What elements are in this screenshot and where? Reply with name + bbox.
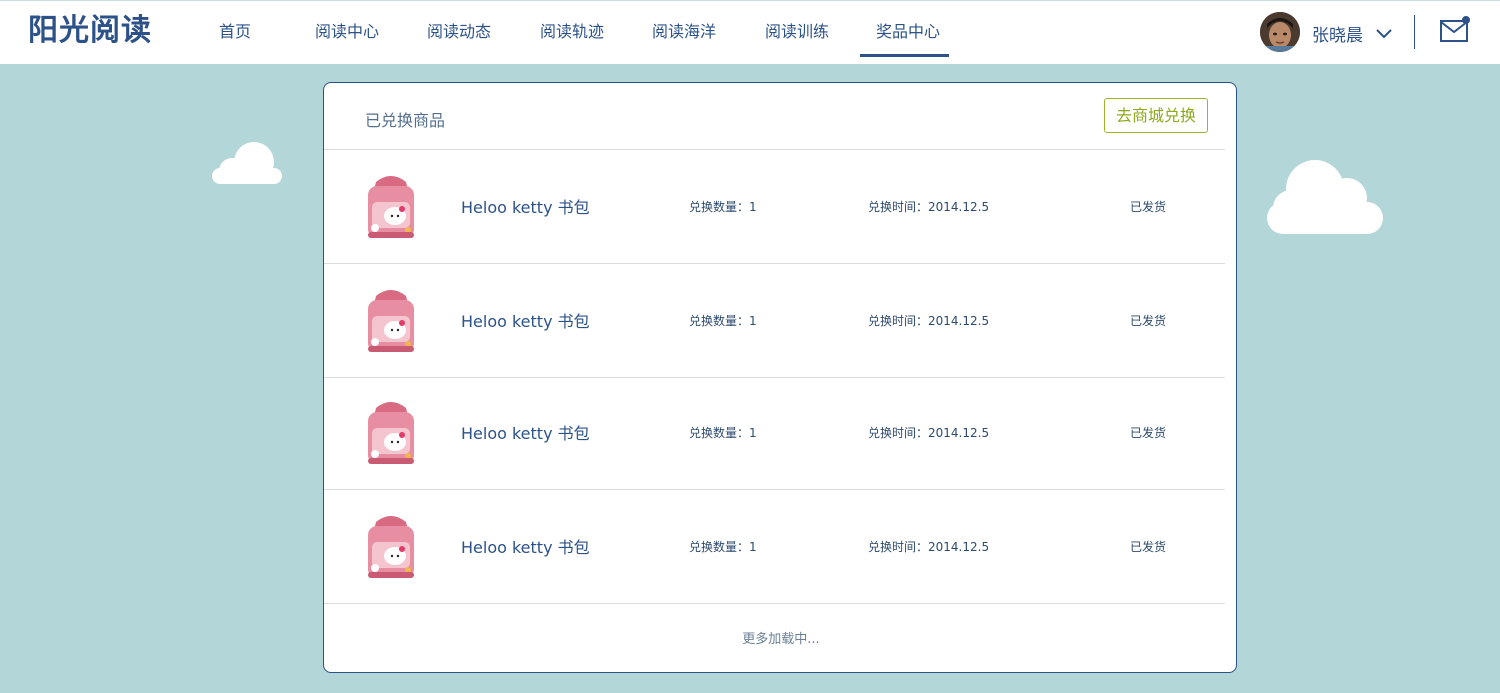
shipping-status: 已发货 [1130,314,1167,328]
go-to-shop-button[interactable]: 去商城兑换 [1104,98,1208,133]
exchange-date: 兑换时间：2014.12.5 [868,540,990,554]
exchange-quantity: 兑换数量：1 [689,540,757,554]
product-name[interactable]: Heloo ketty 书包 [461,194,590,218]
top-navigation-bar: 阳光阅读 首页 阅读中心 阅读动态 阅读轨迹 阅读海洋 阅读训练 奖品中心 张晓… [0,0,1500,64]
shipping-status: 已发货 [1130,426,1167,440]
unread-indicator [1462,16,1470,24]
nav-item-reading-center[interactable]: 阅读中心 [315,1,379,65]
product-thumbnail[interactable] [362,398,420,466]
load-more-link[interactable]: 更多加载中... [324,628,1238,647]
avatar[interactable] [1260,12,1300,52]
exchange-date: 兑换时间：2014.12.5 [868,314,990,328]
list-item[interactable]: Heloo ketty 书包 兑换数量：1 兑换时间：2014.12.5 已发货 [324,378,1225,490]
cloud-left-decoration [212,142,282,184]
username[interactable]: 张晓晨 [1312,21,1363,46]
product-thumbnail[interactable] [362,172,420,240]
nav-item-prize-center[interactable]: 奖品中心 [859,1,950,65]
shipping-status: 已发货 [1130,540,1167,554]
nav-item-reading-training[interactable]: 阅读训练 [765,1,829,65]
app-logo[interactable]: 阳光阅读 [28,13,152,49]
product-thumbnail[interactable] [362,512,420,580]
exchange-date: 兑换时间：2014.12.5 [868,200,990,214]
exchange-quantity: 兑换数量：1 [689,200,757,214]
avatar-image [1260,12,1300,52]
product-thumbnail[interactable] [362,286,420,354]
cloud-right-decoration [1267,160,1383,234]
exchange-quantity: 兑换数量：1 [689,426,757,440]
product-name[interactable]: Heloo ketty 书包 [461,308,590,332]
nav-item-home[interactable]: 首页 [219,1,251,65]
nav-item-reading-track[interactable]: 阅读轨迹 [540,1,604,65]
exchange-quantity: 兑换数量：1 [689,314,757,328]
list-item[interactable]: Heloo ketty 书包 兑换数量：1 兑换时间：2014.12.5 已发货 [324,490,1225,604]
nav-item-reading-ocean[interactable]: 阅读海洋 [652,1,716,65]
product-name[interactable]: Heloo ketty 书包 [461,534,590,558]
exchange-date: 兑换时间：2014.12.5 [868,426,990,440]
list-item[interactable]: Heloo ketty 书包 兑换数量：1 兑换时间：2014.12.5 已发货 [324,150,1225,264]
list-item[interactable]: Heloo ketty 书包 兑换数量：1 兑换时间：2014.12.5 已发货 [324,264,1225,378]
header-divider [1414,15,1415,49]
product-name[interactable]: Heloo ketty 书包 [461,420,590,444]
chevron-down-icon[interactable] [1376,26,1392,42]
exchanged-items-panel: 已兑换商品 去商城兑换 Heloo ketty 书包 兑换数量：1 兑换时间：2… [323,82,1237,673]
shipping-status: 已发货 [1130,200,1167,214]
nav-item-reading-feed[interactable]: 阅读动态 [427,1,491,65]
panel-title: 已兑换商品 [365,111,446,130]
